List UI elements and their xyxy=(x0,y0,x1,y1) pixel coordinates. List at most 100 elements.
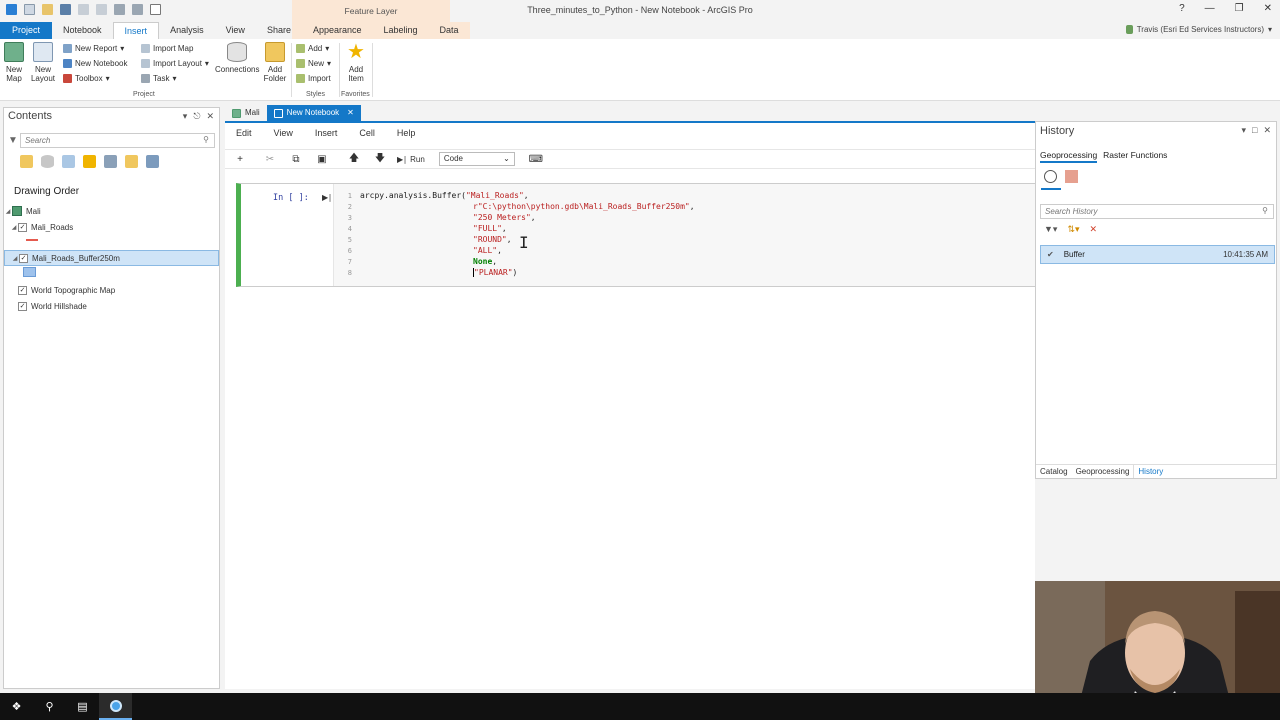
styles-import-button[interactable]: Import xyxy=(296,74,331,83)
new-notebook-button[interactable]: New Notebook xyxy=(63,59,127,68)
delete-icon[interactable]: ✕ xyxy=(1090,224,1098,235)
expand-icon[interactable]: ◢ xyxy=(4,208,12,215)
style-import-icon xyxy=(296,74,305,83)
new-layout-button[interactable]: New Layout xyxy=(28,42,58,83)
tab-notebook[interactable]: Notebook xyxy=(52,22,113,39)
tab-history[interactable]: History xyxy=(1133,465,1168,478)
search-icon[interactable]: ⚲ xyxy=(1262,206,1268,215)
data-source-icon[interactable] xyxy=(41,155,54,168)
snapping-icon[interactable] xyxy=(104,155,117,168)
keyboard-icon[interactable]: ⌨ xyxy=(523,154,549,165)
close-icon[interactable]: ✕ xyxy=(206,111,214,122)
charts-icon[interactable] xyxy=(146,155,159,168)
start-windows-icon[interactable]: ❖ xyxy=(0,693,33,720)
pin-icon[interactable]: ⎋ xyxy=(193,111,200,122)
tab-geoprocessing-pane[interactable]: Geoprocessing xyxy=(1072,465,1134,478)
add-cell-icon[interactable]: + xyxy=(227,154,253,165)
history-entry[interactable]: ✔ Buffer 10:41:35 AM xyxy=(1040,245,1275,264)
contents-search-input[interactable]: Search ⚲ xyxy=(20,133,215,148)
calendar-icon[interactable] xyxy=(1065,170,1078,183)
polygon-symbol-icon[interactable] xyxy=(23,267,36,277)
doc-tab-map[interactable]: Mali xyxy=(225,105,267,121)
menu-help[interactable]: Help xyxy=(386,128,427,138)
tab-analysis[interactable]: Analysis xyxy=(159,22,215,39)
menu-cell[interactable]: Cell xyxy=(348,128,386,138)
copy-icon[interactable]: ⧉ xyxy=(283,154,309,165)
restore-icon[interactable]: ❐ xyxy=(1235,3,1244,14)
code-cell[interactable]: In [ ]: ▶∣ 1 2 3 4 5 6 7 8 arcpy.analysi… xyxy=(236,183,1039,287)
tab-appearance[interactable]: Appearance xyxy=(301,22,373,39)
cell-type-select[interactable]: Code ⌄ xyxy=(438,152,515,166)
close-icon[interactable]: ✕ xyxy=(347,105,354,121)
menu-view[interactable]: View xyxy=(263,128,304,138)
layer-name: World Topographic Map xyxy=(31,285,116,295)
run-button[interactable]: ▶∣ Run xyxy=(397,155,425,164)
sort-icon[interactable]: ⇅▾ xyxy=(1067,224,1079,235)
selection-icon[interactable] xyxy=(62,155,75,168)
add-folder-button[interactable]: Add Folder xyxy=(262,42,288,83)
help-icon[interactable]: ? xyxy=(1179,3,1185,14)
tab-raster-functions[interactable]: Raster Functions xyxy=(1103,150,1167,163)
filter-icon[interactable]: ▼▾ xyxy=(1044,224,1057,235)
minimize-icon[interactable]: — xyxy=(1205,3,1215,14)
code-editor[interactable]: 1 2 3 4 5 6 7 8 arcpy.analysis.Buffer("M… xyxy=(333,184,1039,286)
close-icon[interactable]: ✕ xyxy=(1263,125,1271,136)
cut-icon[interactable]: ✂ xyxy=(257,154,283,165)
dropdown-icon: ▾ xyxy=(105,74,110,83)
doc-tab-notebook[interactable]: New Notebook ✕ xyxy=(266,105,361,121)
pane-menu-icon[interactable]: ▾ xyxy=(1241,125,1246,136)
tab-geoprocessing[interactable]: Geoprocessing xyxy=(1040,150,1098,163)
toolbox-button[interactable]: Toolbox ▾ xyxy=(63,74,110,83)
drawing-order-icon[interactable] xyxy=(20,155,33,168)
menu-edit[interactable]: Edit xyxy=(225,128,263,138)
move-up-icon[interactable]: 🡅 xyxy=(341,151,367,168)
tree-item-basemap[interactable]: ✓ World Topographic Map xyxy=(4,282,219,298)
tree-item-map[interactable]: ◢ Mali xyxy=(4,203,219,219)
search-icon[interactable]: ⚲ xyxy=(203,135,209,144)
paste-icon[interactable]: ▣ xyxy=(309,154,335,165)
tab-labeling[interactable]: Labeling xyxy=(372,22,429,39)
move-down-icon[interactable]: 🡇 xyxy=(367,151,393,168)
styles-add-button[interactable]: Add ▾ xyxy=(296,44,329,53)
visibility-checkbox[interactable]: ✓ xyxy=(19,253,28,263)
search-icon[interactable]: ⚲ xyxy=(33,693,66,720)
expand-icon[interactable]: ◢ xyxy=(11,255,19,262)
tree-item-basemap[interactable]: ✓ World Hillshade xyxy=(4,298,219,314)
tab-share[interactable]: Share xyxy=(256,22,302,39)
expand-icon[interactable]: ◢ xyxy=(10,224,18,231)
menu-insert[interactable]: Insert xyxy=(304,128,349,138)
code-line: "ROUND", xyxy=(473,235,512,244)
labeling-icon[interactable] xyxy=(125,155,138,168)
tab-view[interactable]: View xyxy=(215,22,256,39)
new-map-button[interactable]: New Map xyxy=(4,42,24,83)
tab-insert[interactable]: Insert xyxy=(112,22,160,39)
close-icon[interactable]: ✕ xyxy=(1264,3,1272,14)
visibility-checkbox[interactable]: ✓ xyxy=(18,222,27,232)
line-symbol-icon[interactable] xyxy=(26,239,38,241)
pane-menu-icon[interactable]: ▾ xyxy=(183,111,188,122)
run-cell-icon[interactable]: ▶∣ xyxy=(322,193,332,202)
history-icon[interactable] xyxy=(1044,170,1057,183)
editing-icon[interactable] xyxy=(83,155,96,168)
new-report-button[interactable]: New Report ▾ xyxy=(63,44,124,53)
tab-project[interactable]: Project xyxy=(0,22,53,39)
tree-item-layer[interactable]: ◢ ✓ Mali_Roads xyxy=(4,219,219,235)
connections-button[interactable]: Connections xyxy=(215,42,259,74)
history-search-input[interactable]: Search History ⚲ xyxy=(1040,204,1274,219)
visibility-checkbox[interactable]: ✓ xyxy=(18,285,27,295)
arcgis-pro-taskbar-icon[interactable] xyxy=(99,693,132,720)
task-view-icon[interactable]: ▤ xyxy=(66,693,99,720)
user-account[interactable]: Travis (Esri Ed Services Instructors) ▾ xyxy=(1125,25,1272,34)
import-map-button[interactable]: Import Map xyxy=(141,44,193,53)
history-tabs: Geoprocessing Raster Functions xyxy=(1040,150,1167,163)
tab-catalog[interactable]: Catalog xyxy=(1036,465,1072,478)
task-button[interactable]: Task ▾ xyxy=(141,74,176,83)
visibility-checkbox[interactable]: ✓ xyxy=(18,301,27,311)
tree-item-layer-selected[interactable]: ◢ ✓ Mali_Roads_Buffer250m xyxy=(4,250,219,266)
tab-data[interactable]: Data xyxy=(428,22,470,39)
add-item-button[interactable]: ★ Add Item xyxy=(344,42,368,83)
import-layout-button[interactable]: Import Layout ▾ xyxy=(141,59,209,68)
maximize-icon[interactable]: □ xyxy=(1252,125,1257,136)
styles-new-button[interactable]: New ▾ xyxy=(296,59,331,68)
filter-icon[interactable]: ▼ xyxy=(8,135,18,146)
